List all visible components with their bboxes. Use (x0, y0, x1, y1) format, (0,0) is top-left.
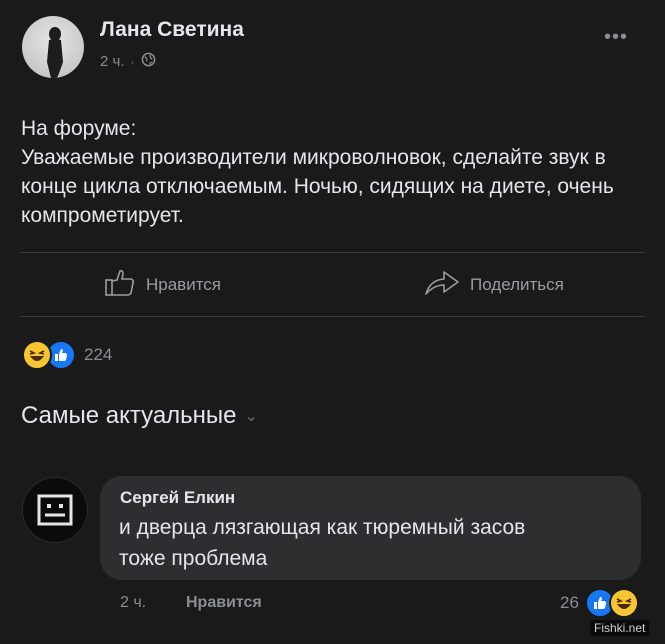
like-button[interactable]: Нравится (104, 266, 221, 303)
author-avatar[interactable] (22, 16, 84, 78)
reaction-count: 224 (84, 345, 113, 364)
share-button[interactable]: Поделиться (424, 266, 564, 303)
comment-reaction-count: 26 (560, 593, 579, 612)
post-reactions[interactable]: 224 (22, 340, 112, 370)
post-meta: 2 ч. · (100, 52, 156, 71)
divider (20, 316, 645, 317)
sort-label: Самые актуальные (21, 402, 237, 429)
watermark: Fishki.net (590, 620, 650, 636)
divider (20, 252, 645, 253)
post-time[interactable]: 2 ч. (100, 53, 125, 70)
comment-time[interactable]: 2 ч. (120, 594, 146, 612)
like-label: Нравится (146, 274, 222, 294)
commenter-name[interactable]: Сергей Елкин (120, 488, 235, 508)
chevron-down-icon: ⌄ (244, 408, 258, 425)
more-options-icon[interactable]: ••• (604, 26, 628, 49)
thumbs-up-icon (104, 266, 136, 303)
comment-sort-dropdown[interactable]: Самые актуальные ⌄ (21, 402, 258, 430)
author-name[interactable]: Лана Светина (100, 18, 244, 42)
comment-reactions[interactable]: 26 (560, 588, 639, 618)
post-text: На форуме: Уважаемые производители микро… (21, 117, 614, 227)
haha-icon (22, 340, 52, 370)
globe-icon (141, 52, 156, 71)
dot-separator: · (130, 54, 135, 69)
haha-icon (608, 588, 639, 618)
comment-text: и дверца лязгающая как тюремный засов то… (119, 516, 526, 570)
share-icon (424, 266, 460, 303)
comment-like-button[interactable]: Нравится (186, 594, 262, 612)
share-label: Поделиться (470, 274, 564, 294)
commenter-avatar[interactable] (22, 477, 88, 543)
